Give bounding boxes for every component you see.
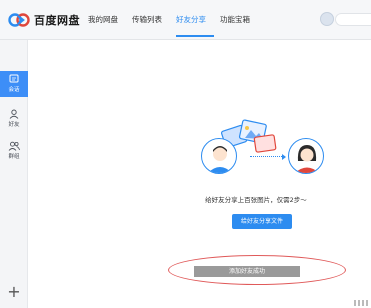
cloud-logo-icon [8,12,30,28]
tab-toolbox[interactable]: 功能宝箱 [220,14,250,25]
user-avatar[interactable] [320,12,334,26]
resize-grip[interactable] [354,300,368,306]
active-tab-indicator [176,35,214,37]
share-file-button[interactable]: 给好友分享文件 [232,214,292,229]
sidebar-item-label: 群组 [8,154,20,160]
search-input[interactable] [335,13,371,26]
receiver-avatar-icon [288,138,324,174]
tab-friend-share[interactable]: 好友分享 [176,14,206,25]
app-title: 百度网盘 [34,14,80,27]
sidebar-item-chat[interactable]: 会话 [0,71,28,97]
sidebar: 会话 好友 群组 + [0,40,28,308]
group-icon [0,141,28,151]
sidebar-item-groups[interactable]: 群组 [0,138,28,164]
sidebar-item-label: 好友 [8,122,20,128]
success-toast: 添加好友成功 [194,266,300,277]
app-logo[interactable]: 百度网盘 [8,11,80,29]
person-icon [0,109,28,119]
transfer-dots [250,156,284,159]
tab-my-disk[interactable]: 我的网盘 [88,14,118,25]
share-hint-text: 给好友分享上百张图片，仅需2步～ [205,196,307,204]
tab-transfer-list[interactable]: 传输列表 [132,14,162,25]
sender-avatar-icon [201,138,237,174]
plus-icon[interactable]: + [6,284,22,300]
sidebar-item-label: 会话 [8,87,20,93]
chat-icon [0,74,28,84]
sidebar-item-friends[interactable]: 好友 [0,106,28,132]
arrow-right-icon [282,154,286,160]
top-bar: 百度网盘 我的网盘 传输列表 好友分享 功能宝箱 [0,0,371,40]
